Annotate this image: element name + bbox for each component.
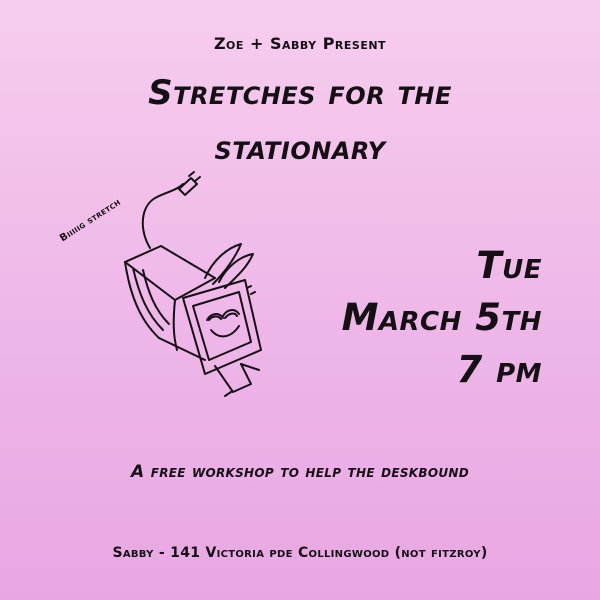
title-line-2: stationary [214, 128, 386, 168]
presenters-line: Zoe + Sabby Present [213, 34, 387, 53]
event-date: March 5th [341, 296, 542, 339]
event-day: Tue [476, 244, 542, 287]
stretching-computer-monitor-drawing [124, 171, 262, 397]
venue-address: Sabby - 141 Victoria pde Collingwood (no… [112, 545, 488, 561]
event-poster: Zoe + Sabby Present Stretches for the st… [0, 0, 600, 600]
event-datetime: Tue March 5th 7 pm [342, 240, 542, 396]
tagline: A free workshop to help the deskbound [131, 462, 469, 482]
title-line-1: Stretches for the [148, 73, 452, 113]
event-time: 7 pm [456, 348, 542, 391]
